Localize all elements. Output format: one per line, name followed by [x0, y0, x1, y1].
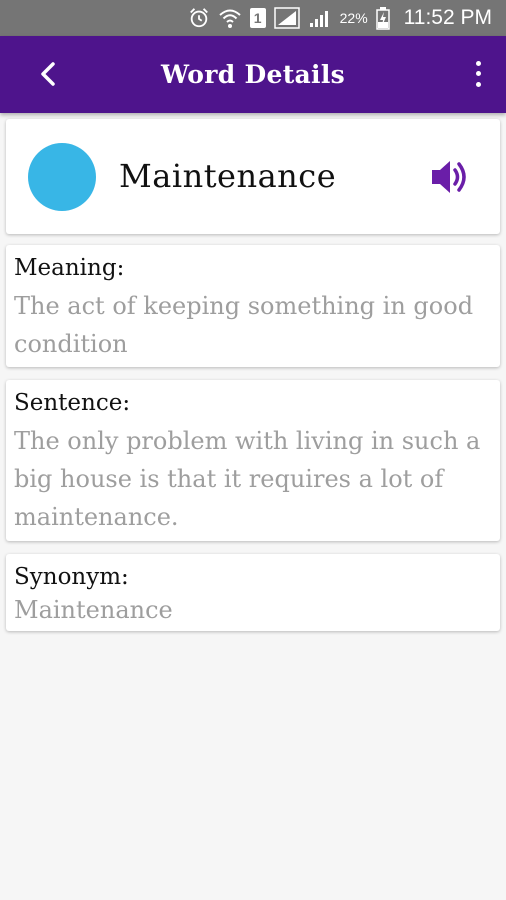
meaning-card: Meaning: The act of keeping something in…: [6, 245, 500, 367]
speaker-icon: [432, 161, 466, 193]
meaning-text: The act of keeping something in good con…: [14, 292, 474, 358]
signal-icon: [309, 11, 328, 27]
alarm-icon: [189, 8, 208, 28]
wifi-icon: [218, 9, 241, 28]
word-color-dot: [28, 143, 96, 211]
synonym-card: Synonym: Maintenance: [6, 554, 500, 631]
status-icons: 1 22% 11:52 PM: [188, 0, 492, 36]
status-bar: 1 22% 11:52 PM: [0, 0, 506, 36]
pronounce-button[interactable]: [430, 157, 474, 197]
battery-icon: [375, 7, 390, 30]
signal-icon: [273, 7, 300, 29]
sim-icon: 1: [249, 8, 266, 28]
synonym-label: Synonym:: [14, 564, 129, 590]
overflow-menu-button[interactable]: [468, 58, 488, 90]
page-title: Word Details: [160, 60, 346, 89]
word-card: Maintenance: [6, 119, 500, 234]
meaning-label: Meaning:: [14, 255, 125, 281]
battery-percent: 22%: [339, 10, 368, 26]
sentence-text: The only problem with living in such a b…: [14, 427, 481, 531]
more-vertical-icon: [475, 60, 481, 66]
synonym-text: Maintenance: [14, 596, 173, 624]
app-bar: Word Details: [0, 36, 506, 113]
word-title: Maintenance: [119, 157, 337, 195]
status-time: 11:52 PM: [403, 6, 492, 29]
sentence-card: Sentence: The only problem with living i…: [6, 380, 500, 541]
sentence-label: Sentence:: [14, 390, 131, 416]
